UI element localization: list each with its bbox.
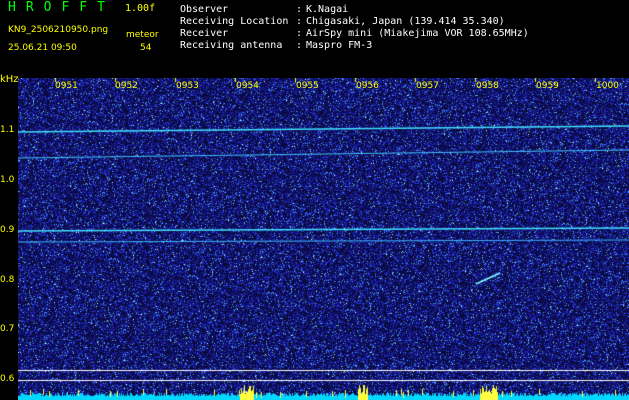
x-tick-label: 0959: [536, 81, 559, 91]
location-label: Receiving Location: [180, 16, 289, 27]
location-colon: :: [296, 16, 303, 27]
header-panel: HROFFT 1.00f KN9_2506210950.png 25.06.21…: [0, 0, 629, 78]
x-tick-label: 0952: [115, 81, 138, 91]
y-tick-label: 0.6: [0, 374, 15, 384]
version-label: 1.00f: [125, 3, 156, 14]
x-tick-label: 0954: [236, 81, 259, 91]
receiver-label: Receiver: [180, 28, 229, 39]
filename-label: KN9_2506210950.png: [8, 25, 109, 35]
antenna-value: Maspro FM-3: [306, 40, 373, 51]
meteor-count: 54: [140, 43, 152, 53]
y-tick-label: 0.7: [0, 324, 15, 334]
x-tick-label: 0956: [356, 81, 379, 91]
y-axis-unit: kHz: [0, 74, 19, 85]
y-tick-label: 1.1: [0, 125, 15, 135]
y-tick-label: 1.0: [0, 175, 15, 185]
x-tick-label: 0955: [296, 81, 319, 91]
meteor-label: meteor: [126, 30, 159, 40]
observer-label: Observer: [180, 4, 229, 15]
y-tick-label: 0.8: [0, 275, 15, 285]
antenna-label: Receiving antenna: [180, 40, 283, 51]
observer-value: K.Nagai: [306, 4, 349, 15]
y-tick-label: 0.9: [0, 225, 15, 235]
x-tick-label: 0953: [176, 81, 199, 91]
receiver-value: AirSpy mini (Miakejima VOR 108.65MHz): [306, 28, 529, 39]
antenna-colon: :: [296, 40, 303, 51]
x-tick-label: 0958: [476, 81, 499, 91]
spectrogram-canvas: [18, 78, 629, 400]
observer-colon: :: [296, 4, 303, 15]
datetime-label: 25.06.21 09:50: [8, 43, 77, 53]
x-tick-label: 0957: [416, 81, 439, 91]
location-value: Chigasaki, Japan (139.414 35.340): [306, 16, 505, 27]
x-tick-label: 0951: [55, 81, 78, 91]
x-tick-label: 1000: [596, 81, 619, 91]
brand-title: HROFFT: [8, 0, 115, 15]
receiver-colon: :: [296, 28, 303, 39]
